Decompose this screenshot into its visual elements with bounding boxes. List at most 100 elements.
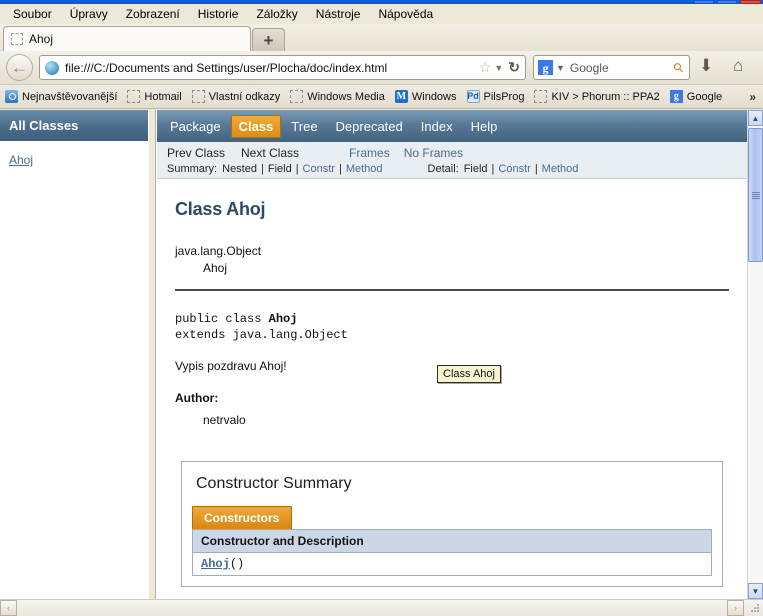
plus-icon: + bbox=[263, 30, 274, 50]
bookmark-google[interactable]: g Google bbox=[669, 90, 722, 103]
menu-napoveda[interactable]: Nápověda bbox=[369, 5, 442, 23]
grip-icon bbox=[751, 192, 760, 199]
search-input[interactable]: Google bbox=[570, 61, 675, 75]
horizontal-scrollbar[interactable]: ‹ › bbox=[0, 599, 763, 616]
scroll-up-button[interactable]: ▲ bbox=[748, 110, 763, 126]
nav-class-label: Class bbox=[238, 118, 274, 134]
summary-field: Field bbox=[267, 163, 292, 175]
reload-icon[interactable]: ↻ bbox=[508, 59, 520, 76]
separator: | bbox=[491, 163, 495, 175]
new-tab-button[interactable]: + bbox=[252, 28, 285, 51]
scroll-right-button[interactable]: › bbox=[727, 600, 744, 616]
all-classes-frame: All Classes Ahoj bbox=[0, 110, 148, 599]
bookmark-windows-media[interactable]: Windows Media bbox=[290, 90, 385, 103]
google-g-icon[interactable]: g bbox=[538, 60, 553, 75]
search-bar[interactable]: g ▼ Google ⚲ bbox=[533, 55, 690, 80]
summary-constr[interactable]: Constr bbox=[303, 163, 335, 175]
menu-zalozky-label: Záložky bbox=[256, 7, 298, 21]
menu-soubor-label: Soubor bbox=[13, 7, 52, 21]
detail-method[interactable]: Method bbox=[542, 163, 579, 175]
nav-package-label: Package bbox=[170, 118, 221, 134]
next-class-label: Next Class bbox=[241, 146, 300, 160]
no-frames-link[interactable]: No Frames bbox=[404, 146, 463, 160]
menu-historie-label: Historie bbox=[197, 7, 239, 21]
bookmarks-toolbar: Nejnavštěvovanější Hotmail Vlastní odkaz… bbox=[0, 85, 763, 109]
constructor-summary-tabs: Constructors bbox=[192, 506, 712, 529]
scrollbar-thumb[interactable] bbox=[748, 128, 763, 262]
class-link-ahoj[interactable]: Ahoj bbox=[9, 153, 148, 167]
chevron-down-icon: ▼ bbox=[751, 586, 760, 596]
scroll-down-button[interactable]: ▼ bbox=[748, 583, 763, 599]
menu-historie[interactable]: Historie bbox=[189, 5, 248, 23]
javadoc-body: Class Ahoj java.lang.Object Ahoj public … bbox=[157, 199, 747, 587]
menu-upravy[interactable]: Úpravy bbox=[61, 5, 117, 23]
bookmarks-overflow-button[interactable]: » bbox=[749, 90, 756, 104]
download-arrow-icon[interactable]: ⬇ bbox=[699, 57, 713, 74]
chevron-right-icon: » bbox=[749, 90, 756, 104]
nav-help[interactable]: Help bbox=[463, 115, 506, 138]
nav-index[interactable]: Index bbox=[413, 115, 461, 138]
nav-help-label: Help bbox=[470, 118, 498, 134]
nav-tree[interactable]: Tree bbox=[283, 115, 325, 138]
pilsprog-icon: Pd bbox=[466, 90, 480, 103]
constructor-signature: () bbox=[229, 557, 245, 571]
bookmark-label: Windows Media bbox=[307, 90, 385, 103]
divider bbox=[175, 289, 729, 291]
bookmark-pilsprog[interactable]: Pd PilsProg bbox=[466, 90, 525, 103]
menu-zalozky[interactable]: Záložky bbox=[247, 5, 306, 23]
bookmark-label: KIV > Phorum :: PPA2 bbox=[551, 90, 660, 103]
constructor-link-ahoj[interactable]: Ahoj bbox=[201, 557, 230, 571]
chevron-up-icon: ▲ bbox=[751, 113, 760, 123]
summary-method[interactable]: Method bbox=[346, 163, 383, 175]
bookmark-vlastni-odkazy[interactable]: Vlastní odkazy bbox=[191, 90, 281, 103]
globe-icon bbox=[45, 60, 59, 75]
frame-divider[interactable] bbox=[148, 110, 156, 599]
address-bar[interactable]: file:///C:/Documents and Settings/user/P… bbox=[39, 55, 526, 80]
nav-package[interactable]: Package bbox=[162, 115, 229, 138]
star-icon[interactable]: ☆ bbox=[479, 59, 492, 76]
summary-label: Summary: bbox=[167, 163, 218, 175]
all-classes-list: Ahoj bbox=[0, 141, 148, 167]
prev-class-label: Prev Class bbox=[167, 146, 226, 160]
summary-nested: Nested bbox=[222, 163, 257, 175]
nav-class[interactable]: Class bbox=[230, 114, 282, 138]
menu-zobrazeni[interactable]: Zobrazení bbox=[117, 5, 189, 23]
address-bar-actions: ☆ ▼ ↻ bbox=[479, 59, 520, 76]
nav-deprecated[interactable]: Deprecated bbox=[328, 115, 411, 138]
chevron-down-icon[interactable]: ▼ bbox=[556, 63, 565, 73]
scroll-left-button[interactable]: ‹ bbox=[0, 600, 17, 616]
detail-constr[interactable]: Constr bbox=[498, 163, 530, 175]
bookmark-kiv-phorum[interactable]: KIV > Phorum :: PPA2 bbox=[534, 90, 660, 103]
menu-soubor[interactable]: Soubor bbox=[4, 5, 61, 23]
bookmark-nejnavstevovanejsi[interactable]: Nejnavštěvovanější bbox=[5, 90, 117, 103]
bookmark-hotmail[interactable]: Hotmail bbox=[127, 90, 182, 103]
vertical-scrollbar[interactable]: ▲ ▼ bbox=[747, 110, 763, 599]
msn-icon: M bbox=[394, 90, 408, 103]
tab-constructors[interactable]: Constructors bbox=[192, 506, 293, 529]
menu-napoveda-label: Nápověda bbox=[378, 7, 434, 21]
browser-window: Soubor Úpravy Zobrazení Historie Záložky… bbox=[0, 0, 763, 616]
back-button[interactable]: ← bbox=[6, 54, 33, 81]
separator: | bbox=[260, 163, 264, 175]
blank-page-icon bbox=[127, 90, 141, 103]
frames-link[interactable]: Frames bbox=[349, 146, 390, 160]
bookmark-windows[interactable]: M Windows bbox=[394, 90, 457, 103]
javadoc-top-navigation: Package Class Tree Deprecated Index Help bbox=[157, 110, 747, 142]
navigation-toolbar: ← file:///C:/Documents and Settings/user… bbox=[0, 51, 763, 85]
detail-label: Detail: bbox=[427, 163, 459, 175]
tab-ahoj-label: Ahoj bbox=[29, 32, 54, 46]
home-icon[interactable]: ⌂ bbox=[733, 57, 743, 74]
menu-bar: Soubor Úpravy Zobrazení Historie Záložky… bbox=[0, 4, 763, 24]
inheritance-tree: java.lang.Object Ahoj bbox=[175, 243, 729, 277]
bookmark-label: Vlastní odkazy bbox=[208, 90, 281, 103]
javadoc-subnav-row1: Prev Class Next Class Frames No Frames bbox=[163, 146, 741, 160]
tab-ahoj[interactable]: Ahoj bbox=[3, 26, 251, 51]
blank-page-icon bbox=[11, 33, 23, 45]
google-g-icon: g bbox=[669, 90, 683, 103]
resize-grip-icon[interactable] bbox=[750, 603, 761, 614]
menu-nastroje[interactable]: Nástroje bbox=[307, 5, 370, 23]
declaration-line-2: extends java.lang.Object bbox=[175, 328, 348, 342]
bookmark-label: PilsProg bbox=[483, 90, 525, 103]
class-detail-frame: Package Class Tree Deprecated Index Help… bbox=[157, 110, 747, 599]
chevron-down-icon[interactable]: ▼ bbox=[494, 63, 503, 73]
